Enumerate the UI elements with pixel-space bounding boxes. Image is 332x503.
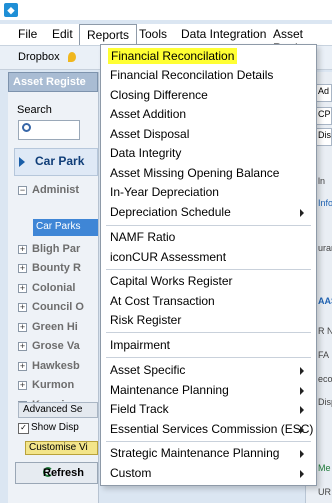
detail-text: Infor	[318, 198, 332, 208]
tree-item[interactable]: + Colonial	[18, 280, 98, 300]
expand-icon[interactable]: +	[18, 342, 27, 351]
checkbox-icon[interactable]: ✓	[18, 423, 29, 434]
menu-reports[interactable]: Reports	[79, 24, 138, 45]
menu-separator	[106, 441, 311, 442]
tree-item[interactable]: − Administ	[18, 182, 98, 202]
reports-dropdown-menu: Financial Reconcilation Financial Reconc…	[100, 44, 317, 486]
refresh-button[interactable]: Refresh	[15, 462, 98, 484]
detail-field[interactable]: Ad	[316, 84, 332, 102]
tree-item[interactable]: + Bounty R	[18, 260, 98, 280]
menu-item-field-track[interactable]: Field Track	[101, 399, 314, 419]
search-label: Search	[17, 104, 52, 116]
title-bar: ◆	[0, 0, 332, 20]
advanced-search-button[interactable]: Advanced Se	[18, 402, 98, 418]
car-park-header[interactable]: Car Park	[14, 148, 98, 176]
menu-item-risk-register[interactable]: Risk Register	[101, 310, 314, 330]
selected-tree-item[interactable]: Car Parks	[33, 219, 98, 236]
submenu-arrow-icon	[300, 406, 304, 414]
app-icon: ◆	[4, 3, 18, 17]
tree-item[interactable]: + Hawkesb	[18, 358, 98, 378]
menu-item-asset-missing-opening-balance[interactable]: Asset Missing Opening Balance	[101, 163, 314, 183]
detail-text: R No	[318, 326, 332, 336]
expand-arrow-icon	[19, 157, 25, 167]
menu-item-maintenance-planning[interactable]: Maintenance Planning	[101, 380, 314, 400]
menu-item-asset-addition[interactable]: Asset Addition	[101, 104, 314, 124]
menu-bar: File Edit Reports Tools Data Integration…	[0, 24, 332, 55]
detail-text: ln	[318, 176, 326, 186]
detail-text: ecog	[318, 374, 332, 384]
submenu-arrow-icon	[300, 470, 304, 478]
menu-data-integration[interactable]: Data Integration	[181, 27, 266, 41]
submenu-arrow-icon	[300, 450, 304, 458]
menu-separator	[106, 225, 311, 226]
customise-view-button[interactable]: Customise Vi	[25, 441, 98, 455]
expand-icon[interactable]: +	[18, 361, 27, 371]
expand-icon[interactable]: +	[18, 322, 27, 332]
menu-item-capital-works-register[interactable]: Capital Works Register	[101, 271, 314, 291]
submenu-arrow-icon	[300, 209, 304, 217]
detail-text: AAS	[318, 296, 332, 306]
tree-item[interactable]: + Council O	[18, 299, 98, 319]
menu-item-iconcur-assessment[interactable]: iconCUR Assessment	[101, 247, 314, 267]
submenu-arrow-icon	[300, 387, 304, 395]
menu-item-custom[interactable]: Custom	[101, 463, 314, 483]
expand-icon[interactable]: +	[18, 283, 27, 293]
tree-item[interactable]: + Kurmon	[18, 377, 98, 397]
expand-icon[interactable]: +	[18, 264, 27, 273]
expand-icon[interactable]: +	[18, 244, 27, 254]
submenu-arrow-icon	[300, 367, 304, 375]
menu-item-in-year-depreciation[interactable]: In-Year Depreciation	[101, 182, 314, 202]
menu-item-asset-specific[interactable]: Asset Specific	[101, 360, 314, 380]
menu-item-at-cost-transaction[interactable]: At Cost Transaction	[101, 291, 314, 311]
pin-icon[interactable]	[68, 52, 76, 62]
menu-item-financial-reconcilation[interactable]: Financial Reconcilation	[101, 46, 314, 66]
menu-item-strategic-maintenance-planning[interactable]: Strategic Maintenance Planning	[101, 443, 314, 463]
menu-item-asset-disposal[interactable]: Asset Disposal	[101, 124, 314, 144]
menu-item-closing-difference[interactable]: Closing Difference	[101, 85, 314, 105]
search-input[interactable]	[18, 120, 80, 140]
dropbox-label[interactable]: Dropbox	[18, 51, 60, 63]
panel-title: Asset Registe	[8, 72, 98, 92]
menu-edit[interactable]: Edit	[52, 27, 73, 41]
menu-file[interactable]: File	[18, 27, 37, 41]
expand-icon[interactable]: +	[18, 381, 27, 390]
detail-field[interactable]: CP	[316, 107, 332, 125]
tree-item[interactable]: + Green Hi	[18, 319, 98, 339]
menu-separator	[106, 357, 311, 358]
menu-item-data-integrity[interactable]: Data Integrity	[101, 143, 314, 163]
detail-text: FA	[318, 350, 330, 360]
menu-item-essential-services-commission[interactable]: Essential Services Commission (ESC)	[101, 419, 314, 439]
expand-icon[interactable]: +	[18, 303, 27, 312]
asset-tree: − Administ + Bligh Par + Bounty R + Colo…	[18, 182, 98, 416]
tree-item[interactable]: + Bligh Par	[18, 241, 98, 261]
detail-text: Disp	[318, 397, 332, 407]
menu-item-depreciation-schedule[interactable]: Depreciation Schedule	[101, 202, 314, 222]
menu-item-financial-reconcilation-details[interactable]: Financial Reconcilation Details	[101, 65, 314, 85]
search-icon	[22, 123, 31, 132]
tree-item[interactable]: + Grose Va	[18, 338, 98, 358]
detail-text: urance	[318, 243, 332, 253]
menu-tools[interactable]: Tools	[139, 27, 167, 41]
detail-text: UR	[318, 487, 331, 497]
menu-separator	[106, 269, 311, 270]
detail-field[interactable]: Disp	[316, 128, 332, 146]
menu-separator	[106, 332, 311, 333]
car-park-title: Car Park	[35, 154, 85, 168]
submenu-arrow-icon	[300, 426, 304, 434]
detail-text: Me	[318, 463, 331, 473]
menu-item-impairment[interactable]: Impairment	[101, 335, 314, 355]
collapse-icon[interactable]: −	[18, 186, 27, 195]
menu-item-namf-ratio[interactable]: NAMF Ratio	[101, 227, 314, 247]
